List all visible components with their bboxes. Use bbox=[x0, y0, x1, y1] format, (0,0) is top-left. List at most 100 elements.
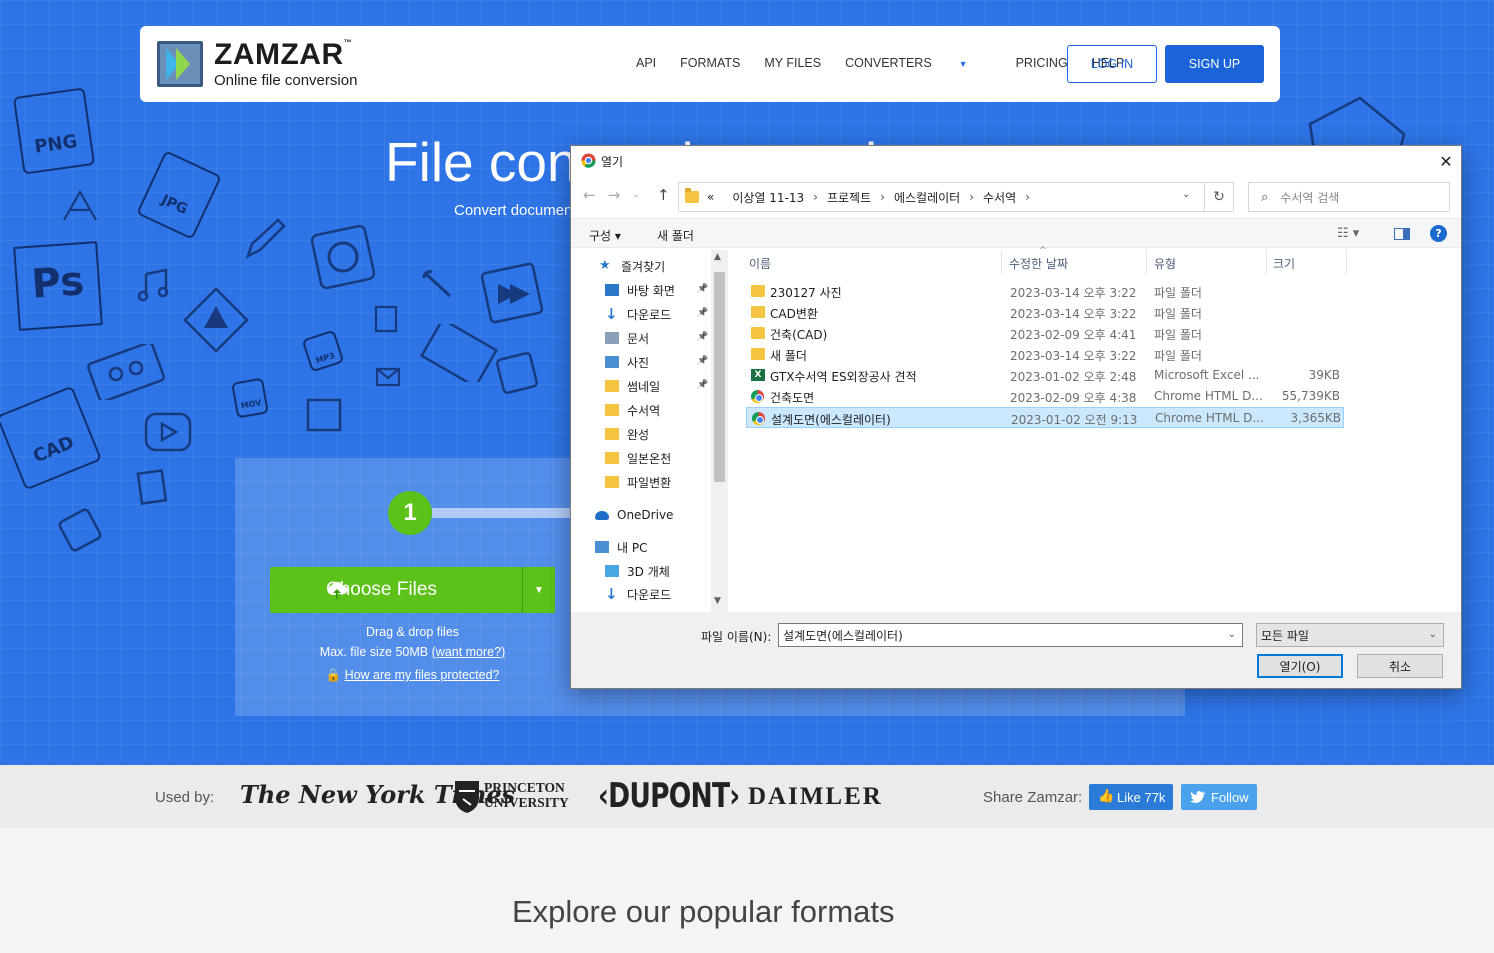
sidebar-item-label: 수서역 bbox=[627, 403, 661, 418]
scroll-down-icon[interactable]: ▼ bbox=[714, 596, 721, 606]
scrollbar-thumb[interactable] bbox=[714, 272, 725, 482]
file-date: 2023-03-14 오후 3:22 bbox=[1010, 307, 1137, 321]
pin-icon[interactable]: 📌 bbox=[697, 356, 708, 366]
sidebar-item-label: 다운로드 bbox=[627, 307, 672, 322]
organize-menu[interactable]: 구성 ▾ bbox=[589, 227, 621, 244]
column-divider[interactable] bbox=[1001, 250, 1002, 274]
cloud-upload-icon bbox=[328, 581, 348, 599]
dupont-logo: ‹DUPONT› bbox=[598, 776, 740, 816]
sidebar-item[interactable]: 바탕 화면 bbox=[605, 280, 675, 300]
chevron-right-icon: › bbox=[969, 190, 975, 204]
chrome-icon bbox=[581, 153, 596, 168]
forward-arrow-icon[interactable]: → bbox=[608, 186, 621, 204]
chevron-down-icon[interactable]: ⌄ bbox=[1429, 629, 1437, 640]
column-divider[interactable] bbox=[1266, 250, 1267, 274]
chevron-down-icon[interactable]: ⌄ bbox=[1228, 629, 1236, 640]
nav-converters[interactable]: CONVERTERS ▼ bbox=[845, 56, 992, 70]
sidebar-item[interactable]: 완성 bbox=[605, 424, 649, 444]
sidebar-item[interactable]: 3D 개체 bbox=[605, 561, 670, 581]
refresh-button[interactable]: ↻ bbox=[1204, 182, 1234, 212]
new-folder-button[interactable]: 새 폴더 bbox=[657, 227, 694, 244]
breadcrumb-item[interactable]: 수서역 bbox=[983, 189, 1016, 206]
folder-icon bbox=[751, 285, 765, 297]
sidebar-item[interactable]: OneDrive bbox=[595, 505, 673, 525]
file-name: CAD변환 bbox=[770, 307, 818, 321]
download-icon: ↓ bbox=[605, 585, 618, 603]
max-size-hint: Max. file size 50MB (want more?) bbox=[319, 645, 506, 659]
preview-pane-icon[interactable] bbox=[1394, 228, 1410, 240]
files-protected-link[interactable]: How are my files protected? bbox=[345, 668, 500, 682]
nav-pricing[interactable]: PRICING bbox=[1016, 56, 1068, 70]
signup-button[interactable]: SIGN UP bbox=[1165, 45, 1264, 83]
zamzar-logo-icon[interactable] bbox=[156, 40, 204, 88]
cancel-button[interactable]: 취소 bbox=[1357, 654, 1443, 678]
sidebar-item[interactable]: ↓ 다운로드 bbox=[605, 584, 671, 604]
refresh-badge-icon bbox=[310, 224, 376, 290]
file-row[interactable]: CAD변환 2023-03-14 오후 3:22 파일 폴더 bbox=[746, 302, 1344, 323]
pin-icon[interactable]: 📌 bbox=[697, 284, 708, 294]
sidebar-item[interactable]: ↓ 다운로드 bbox=[605, 304, 671, 324]
sidebar-item[interactable]: 내 PC bbox=[595, 537, 647, 557]
choose-files-button[interactable]: Choose Files bbox=[270, 567, 522, 613]
protection-row: 🔒 How are my files protected? bbox=[270, 668, 555, 683]
view-options-icon[interactable]: ☷ ▾ bbox=[1337, 226, 1359, 241]
column-size[interactable]: 크기 bbox=[1273, 255, 1295, 272]
choose-source-dropdown[interactable]: ▼ bbox=[522, 567, 555, 613]
folder-icon bbox=[685, 188, 699, 203]
file-row[interactable]: 새 폴더 2023-03-14 오후 3:22 파일 폴더 bbox=[746, 344, 1344, 365]
search-input[interactable]: ⌕ 수서역 검색 bbox=[1248, 182, 1450, 212]
pin-icon[interactable]: 📌 bbox=[697, 332, 708, 342]
chevron-right-icon: › bbox=[813, 190, 818, 204]
pin-icon[interactable]: 📌 bbox=[697, 308, 708, 318]
close-button[interactable]: ✕ bbox=[1435, 150, 1457, 172]
file-list-header: ^ 이름 수정한 날짜 유형 크기 bbox=[741, 246, 1461, 274]
brand-name[interactable]: ZAMZAR™ bbox=[214, 38, 352, 72]
sidebar-item[interactable]: 파일변환 bbox=[605, 472, 671, 492]
sidebar-item[interactable]: 썸네일 bbox=[605, 376, 660, 396]
breadcrumb-item[interactable]: 프로젝트 bbox=[827, 189, 871, 206]
sidebar-item[interactable]: 사진 bbox=[605, 352, 649, 372]
nav-formats[interactable]: FORMATS bbox=[680, 56, 740, 70]
column-name[interactable]: 이름 bbox=[749, 255, 771, 272]
sidebar-item[interactable]: ★ 즐겨찾기 bbox=[599, 256, 665, 276]
nav-my-files[interactable]: MY FILES bbox=[764, 56, 821, 70]
column-date[interactable]: 수정한 날짜 bbox=[1009, 255, 1068, 272]
column-divider[interactable] bbox=[1346, 250, 1347, 274]
nav-api[interactable]: API bbox=[636, 56, 656, 70]
column-divider[interactable] bbox=[1146, 250, 1147, 274]
address-dropdown-icon[interactable]: ⌄ bbox=[1182, 189, 1190, 200]
sidebar-item[interactable]: 일본온천 bbox=[605, 448, 671, 468]
filename-input[interactable]: 설계도면(에스컬레이터) ⌄ bbox=[778, 623, 1243, 647]
sidebar-item[interactable]: 수서역 bbox=[605, 400, 660, 420]
login-button[interactable]: LOG IN bbox=[1067, 45, 1157, 83]
recent-dropdown-icon[interactable]: ⌄ bbox=[632, 186, 640, 204]
breadcrumb-item[interactable]: 이상열 11-13 bbox=[732, 189, 804, 206]
address-bar[interactable]: « 이상열 11-13 › 프로젝트 › 에스컬레이터 › 수서역 › ⌄ bbox=[678, 182, 1234, 212]
folder-icon bbox=[751, 306, 765, 318]
twitter-follow-button[interactable]: Follow bbox=[1181, 784, 1257, 810]
open-button[interactable]: 열기(O) bbox=[1257, 654, 1343, 678]
file-row[interactable]: 건축도면 2023-02-09 오후 4:38 Chrome HTML D... 55… bbox=[746, 386, 1344, 407]
want-more-link[interactable]: (want more?) bbox=[432, 645, 506, 659]
scroll-up-icon[interactable]: ▲ bbox=[714, 252, 721, 262]
file-row[interactable]: X GTX수서역 ES외장공사 견적 2023-01-02 오후 2:48 Micro… bbox=[746, 365, 1344, 386]
breadcrumb-overflow[interactable]: « bbox=[707, 190, 714, 204]
help-icon[interactable]: ? bbox=[1430, 225, 1447, 242]
sidebar-item[interactable]: 문서 bbox=[605, 328, 649, 348]
back-arrow-icon[interactable]: ← bbox=[583, 186, 596, 204]
chevron-right-icon: › bbox=[1025, 190, 1030, 204]
navigation-scrollbar[interactable]: ▲ ▼ bbox=[711, 250, 728, 612]
chrome-icon bbox=[752, 412, 765, 425]
command-bar: 구성 ▾ 새 폴더 ☷ ▾ ? bbox=[571, 218, 1461, 248]
column-type[interactable]: 유형 bbox=[1154, 255, 1176, 272]
mov-file-icon: MOV bbox=[231, 377, 269, 419]
princeton-logo: PRINCETON UNIVERSITY bbox=[484, 780, 569, 810]
filetype-select[interactable]: 모든 파일 ⌄ bbox=[1256, 623, 1444, 647]
facebook-like-button[interactable]: 👍 Like 77k bbox=[1089, 784, 1173, 810]
breadcrumb-item[interactable]: 에스컬레이터 bbox=[894, 189, 960, 206]
file-row[interactable]: 건축(CAD) 2023-02-09 오후 4:41 파일 폴더 bbox=[746, 323, 1344, 344]
pin-icon[interactable]: 📌 bbox=[697, 380, 708, 390]
file-row[interactable]: 230127 사진 2023-03-14 오후 3:22 파일 폴더 bbox=[746, 281, 1344, 302]
file-row[interactable]: 설계도면(에스컬레이터) 2023-01-02 오전 9:13 Chrome HTM… bbox=[746, 407, 1344, 428]
up-arrow-icon[interactable]: ↑ bbox=[657, 186, 670, 204]
